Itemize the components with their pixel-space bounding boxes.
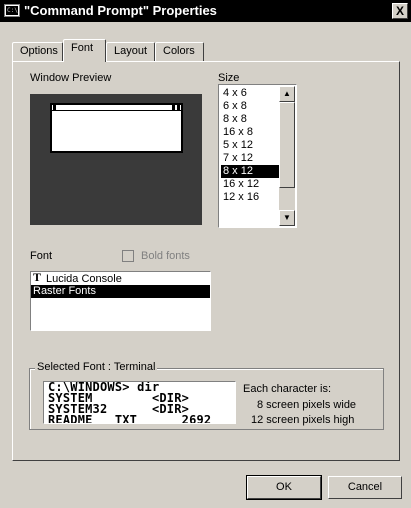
cancel-button[interactable]: Cancel (328, 476, 402, 499)
size-item[interactable]: 16 x 8 (221, 126, 279, 139)
size-item[interactable]: 8 x 12 (221, 165, 279, 178)
font-item-label: Raster Fonts (33, 285, 96, 297)
ok-button[interactable]: OK (246, 475, 322, 500)
scroll-up-icon[interactable]: ▲ (279, 86, 295, 102)
tab-font[interactable]: Font (63, 39, 106, 62)
console-icon (4, 4, 20, 17)
size-item[interactable]: 7 x 12 (221, 152, 279, 165)
font-label: Font (30, 250, 53, 262)
window-preview-label: Window Preview (30, 72, 112, 84)
close-button[interactable]: X (392, 3, 408, 19)
size-listbox[interactable]: 4 x 66 x 88 x 8 16 x 85 x 12 7 x 12 8 x 12 1… (218, 84, 297, 228)
font-item-lucida-console[interactable]: T Lucida Console (31, 270, 210, 286)
preview-window-icon (50, 103, 183, 153)
char-width-text: 8 screen pixels wide (257, 399, 357, 411)
bold-fonts-label: Bold fonts (141, 250, 190, 262)
size-items: 4 x 66 x 88 x 8 16 x 85 x 12 7 x 12 8 x 12 1… (221, 87, 279, 204)
selected-font-label: Selected Font : Terminal (35, 361, 158, 373)
sample-line: README TXT 2692 (48, 413, 212, 424)
font-sample-preview: C:\WINDOWS> dir SYSTEM <DIR> SYSTEM32 <D… (43, 381, 236, 424)
font-listbox[interactable]: T Lucida Console Raster Fonts (30, 271, 211, 331)
size-label: Size (218, 72, 240, 84)
tab-colors[interactable]: Colors (155, 42, 204, 61)
bold-fonts-checkbox[interactable] (122, 250, 134, 262)
size-scrollbar[interactable]: ▲ ▼ (279, 86, 295, 226)
size-item[interactable]: 16 x 12 (221, 178, 279, 191)
truetype-icon: T (33, 270, 42, 284)
size-item[interactable]: 6 x 8 (221, 100, 279, 113)
title-bar: "Command Prompt" Properties X (0, 0, 411, 22)
size-item[interactable]: 8 x 8 (221, 113, 279, 126)
window-title: "Command Prompt" Properties (24, 3, 217, 18)
font-item-label: Lucida Console (46, 273, 122, 285)
tab-layout[interactable]: Layout (106, 42, 155, 61)
font-item-raster-fonts[interactable]: Raster Fonts (31, 285, 210, 298)
size-item[interactable]: 4 x 6 (221, 87, 279, 100)
scroll-down-icon[interactable]: ▼ (279, 210, 295, 226)
size-item[interactable]: 5 x 12 (221, 139, 279, 152)
char-height-text: 12 screen pixels high (251, 414, 355, 426)
scroll-thumb[interactable] (279, 102, 295, 188)
size-item[interactable]: 12 x 16 (221, 191, 279, 204)
tab-options[interactable]: Options (12, 42, 63, 61)
char-info-heading: Each character is: (243, 383, 332, 395)
window-preview (30, 94, 202, 225)
